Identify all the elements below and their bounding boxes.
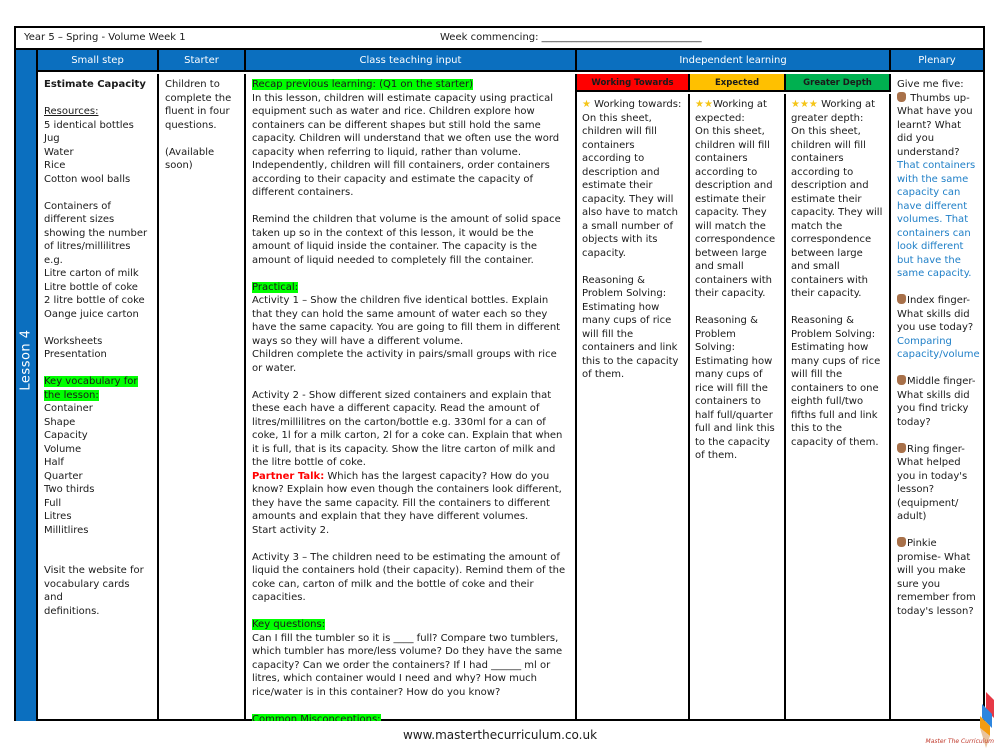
key-questions-heading: Key questions: xyxy=(252,619,326,630)
misconceptions-heading: Common Misconceptions: xyxy=(252,713,381,721)
start-activity-2: Start activity 2. xyxy=(252,524,330,536)
hand-icon xyxy=(897,375,906,385)
containers-line: different sizes xyxy=(44,214,115,225)
activity-1-note: Children complete the activity in pairs/… xyxy=(252,349,557,374)
hand-icon xyxy=(897,442,906,453)
plenary-thumbs-answer: That containers with the same capacity c… xyxy=(897,160,976,279)
exp-text: On this sheet, children will fill contai… xyxy=(695,126,776,299)
gd-text: On this sheet, children will fill contai… xyxy=(791,126,883,299)
vocab-item: Millitlires xyxy=(44,524,89,536)
class-teaching-column: Recap previous learning: (Q1 on the star… xyxy=(246,74,577,721)
week-commencing: Week commencing: _______________________… xyxy=(440,32,702,43)
level-expected: Expected xyxy=(690,74,786,92)
vocab-item: Litres xyxy=(44,511,72,522)
starter-column: Children to complete the fluent in four … xyxy=(159,74,246,721)
star-icon: ★★ xyxy=(695,99,713,110)
containers-line: 2 litre bottle of coke xyxy=(44,295,145,306)
vocab-item: Quarter xyxy=(44,470,83,482)
plenary-pinkie: Pinkie promise- What will you make sure … xyxy=(897,538,976,617)
vocab-heading: the lesson: xyxy=(44,389,99,401)
partner-talk: Partner Talk: Which has the largest capa… xyxy=(252,470,569,524)
vocab-item: Shape xyxy=(44,416,76,428)
website-note: Visit the website for xyxy=(44,565,144,576)
resource-item: Jug xyxy=(44,133,60,144)
small-step-title: Estimate Capacity xyxy=(44,79,146,90)
title-row: Year 5 – Spring - Volume Week 1 Week com… xyxy=(16,28,983,50)
wt-heading: Working towards: xyxy=(590,99,682,110)
vocab-item: Capacity xyxy=(44,430,88,441)
key-questions: Can I fill the tumbler so it is ____ ful… xyxy=(252,632,563,698)
plenary-thumbs: Thumbs up- What have you learnt? What di… xyxy=(897,92,973,158)
plenary-column: Give me five: Thumbs up- What have you l… xyxy=(891,74,983,721)
resource-item: Water xyxy=(44,146,74,158)
vocab-item: Full xyxy=(44,497,62,509)
containers-line: Litre carton of milk xyxy=(44,268,139,279)
website-note: definitions. xyxy=(44,605,100,617)
resource-item: Rice xyxy=(44,160,66,171)
website-note: vocabulary cards and xyxy=(44,578,130,604)
activity-2: Activity 2 - Show different sized contai… xyxy=(252,389,563,469)
vocab-item: Container xyxy=(44,403,93,414)
containers-line: Oange juice carton xyxy=(44,308,139,320)
lesson-bar: Lesson 4 xyxy=(16,50,38,721)
activity-3: Activity 3 – The children need to be est… xyxy=(252,551,566,604)
plenary-index: Index finger- What skills did you use to… xyxy=(897,295,974,333)
header-class-teaching: Class teaching input xyxy=(246,50,577,72)
plan-title: Year 5 – Spring - Volume Week 1 xyxy=(24,32,186,43)
exp-rps: Reasoning & Problem Solving: Estimating … xyxy=(695,315,775,461)
plenary-intro: Give me five: xyxy=(897,79,964,90)
vocab-item: Volume xyxy=(44,443,82,455)
greater-depth-column: ★★★ Working at greater depth: On this sh… xyxy=(786,94,891,721)
working-towards-column: ★ Working towards: On this sheet, childr… xyxy=(577,94,690,721)
star-icon: ★ xyxy=(582,99,591,110)
vocab-item: Half xyxy=(44,457,64,468)
starter-note: (Available xyxy=(165,146,215,158)
hand-icon xyxy=(897,91,906,102)
recap-heading: Recap previous learning: (Q1 on the star… xyxy=(252,79,474,90)
other-resource: Presentation xyxy=(44,349,107,360)
partner-talk-label: Partner Talk: xyxy=(252,470,325,482)
resource-item: 5 identical bottles xyxy=(44,119,134,131)
plenary-ring: Ring finger- What helped you in today's … xyxy=(897,443,968,523)
starter-note: soon) xyxy=(165,160,193,171)
lesson-label: Lesson 4 xyxy=(18,329,34,391)
vocab-heading: Key vocabulary for xyxy=(44,376,138,387)
containers-line: of litres/millilitres e.g. xyxy=(44,241,131,266)
containers-line: Containers of xyxy=(44,200,111,212)
header-plenary: Plenary xyxy=(891,50,983,72)
plenary-middle: Middle finger- What skills did you find … xyxy=(897,376,976,428)
remind-text: Remind the children that volume is the a… xyxy=(252,214,561,266)
expected-column: ★★Working at expected: On this sheet, ch… xyxy=(690,94,786,721)
plenary-index-answer: Comparing capacity/volume xyxy=(897,335,980,361)
gd-rps: Reasoning & Problem Solving: Estimating … xyxy=(791,315,881,448)
starter-text: questions. xyxy=(165,119,217,131)
header-independent: Independent learning xyxy=(577,50,891,72)
other-resource: Worksheets xyxy=(44,335,103,347)
wt-text: On this sheet, children will fill contai… xyxy=(582,112,678,259)
starter-text: complete the xyxy=(165,92,232,104)
starter-text: Children to xyxy=(165,79,220,90)
activity-1: Activity 1 – Show the children five iden… xyxy=(252,295,561,347)
recap-text: In this lesson, children will estimate c… xyxy=(252,92,560,158)
level-greater-depth: Greater Depth xyxy=(786,74,891,92)
independent-text: Independently, children will fill contai… xyxy=(252,160,550,198)
footer-website[interactable]: www.masterthecurriculum.co.uk xyxy=(0,728,1000,742)
containers-line: showing the number xyxy=(44,227,148,239)
logo-text: Master The Curriculum xyxy=(925,738,994,745)
header-starter: Starter xyxy=(159,50,246,72)
header-small-step: Small step xyxy=(38,50,159,72)
vocab-item: Two thirds xyxy=(44,484,95,495)
practical-heading: Practical: xyxy=(252,281,299,293)
hand-icon xyxy=(897,537,906,547)
level-working-towards: Working Towards xyxy=(577,74,690,92)
small-step-column: Estimate Capacity Resources: 5 identical… xyxy=(38,74,159,721)
containers-line: Litre bottle of coke xyxy=(44,281,138,293)
starter-text: fluent in four xyxy=(165,106,230,117)
resource-item: Cotton wool balls xyxy=(44,173,131,185)
hand-icon xyxy=(897,294,906,304)
resources-heading: Resources: xyxy=(44,106,99,117)
star-icon: ★★★ xyxy=(791,99,818,110)
lesson-plan-table: Year 5 – Spring - Volume Week 1 Week com… xyxy=(14,26,985,721)
wt-rps: Reasoning & Problem Solving: Estimating … xyxy=(582,274,679,381)
